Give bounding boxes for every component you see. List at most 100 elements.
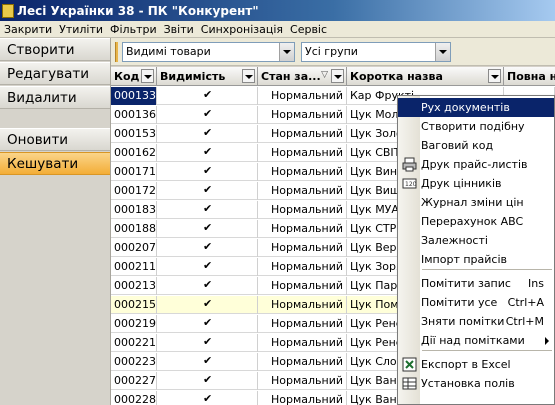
cell-visibility: ✔ [157,87,258,105]
cell-code: 000223 [111,353,157,371]
cell-state: Нормальний [258,277,347,295]
cell-state: Нормальний [258,334,347,352]
visibility-checkbox[interactable]: ✔ [203,89,214,101]
menu-utilities[interactable]: Утиліти [55,23,106,36]
visibility-checkbox[interactable]: ✔ [203,393,214,405]
column-header-code[interactable]: Код [111,67,157,86]
context-menu-item[interactable]: Рух документів [398,98,554,117]
filter-dropdown-icon[interactable] [141,69,154,83]
submenu-arrow-icon [545,337,549,345]
cell-state: Нормальний [258,144,347,162]
cell-visibility: ✔ [157,201,258,219]
visibility-checkbox[interactable]: ✔ [203,298,214,310]
context-menu-item[interactable]: Установка полів [398,374,554,393]
cell-state: Нормальний [258,372,347,390]
cell-state: Нормальний [258,182,347,200]
context-menu-item[interactable]: Зняти помітки Ctrl+M [398,312,554,331]
cell-code: 000227 [111,372,157,390]
column-header-full-name[interactable]: Повна н [504,67,555,86]
context-menu-item[interactable]: Друк прайс-листів [398,155,554,174]
cell-state: Нормальний [258,258,347,276]
cell-state: Нормальний [258,220,347,238]
context-menu-item-label: Друк прайс-листів [421,158,528,171]
cell-state: Нормальний [258,353,347,371]
cell-state: Нормальний [258,201,347,219]
context-menu-item[interactable]: Помітити запис Ins [398,274,554,293]
cell-state: Нормальний [258,106,347,124]
context-menu-item[interactable]: 120 Друк цінників [398,174,554,193]
context-menu-shortcut: Ctrl+M [505,315,544,328]
visibility-checkbox[interactable]: ✔ [203,184,214,196]
visibility-checkbox[interactable]: ✔ [203,165,214,177]
context-menu-item[interactable]: Дії над помітками [398,331,554,350]
create-button[interactable]: Створити [0,38,110,61]
cell-visibility: ✔ [157,125,258,143]
cell-state: Нормальний [258,315,347,333]
grid-header: Код Видимість Стан за... ▽ Коротка назва… [111,67,555,86]
menu-service[interactable]: Сервіс [286,23,330,36]
visibility-checkbox[interactable]: ✔ [203,146,214,158]
menu-filters[interactable]: Фільтри [106,23,160,36]
cell-visibility: ✔ [157,296,258,314]
visibility-checkbox[interactable]: ✔ [203,279,214,291]
column-header-state[interactable]: Стан за... ▽ [258,67,347,86]
filter-dropdown-icon[interactable] [331,69,344,83]
column-header-label: Стан за... [261,70,321,83]
filter-dropdown-icon[interactable] [488,69,501,83]
visibility-checkbox[interactable]: ✔ [203,222,214,234]
visibility-checkbox[interactable]: ✔ [203,317,214,329]
column-header-short-name[interactable]: Коротка назва [347,67,504,86]
visibility-checkbox[interactable]: ✔ [203,374,214,386]
menu-reports[interactable]: Звіти [160,23,197,36]
cache-button[interactable]: Кешувати [0,152,110,175]
cell-visibility: ✔ [157,258,258,276]
column-header-label: Код [114,70,140,83]
cell-state: Нормальний [258,125,347,143]
cell-visibility: ✔ [157,391,258,405]
grid-settings-icon [402,376,417,391]
visibility-checkbox[interactable]: ✔ [203,127,214,139]
cell-visibility: ✔ [157,106,258,124]
visibility-checkbox[interactable]: ✔ [203,260,214,272]
visibility-checkbox[interactable]: ✔ [203,203,214,215]
refresh-button[interactable]: Оновити [0,128,110,151]
context-menu-item[interactable]: Залежності [398,231,554,250]
visibility-checkbox[interactable]: ✔ [203,355,214,367]
filter-dropdown-icon[interactable] [242,69,255,83]
edit-button[interactable]: Редагувати [0,62,110,85]
context-menu-item-label: Зняти помітки [421,315,505,328]
context-menu-item[interactable]: Імпорт прайсів [398,250,554,269]
visibility-checkbox[interactable]: ✔ [203,108,214,120]
cell-visibility: ✔ [157,239,258,257]
context-menu-item[interactable]: Експорт в Excel [398,355,554,374]
context-menu-item[interactable]: Помітити усе Ctrl+A [398,293,554,312]
cell-code: 000162 [111,144,157,162]
visibility-checkbox[interactable]: ✔ [203,336,214,348]
visibility-filter-value: Видимі товари [126,45,211,58]
group-filter-select[interactable]: Усі групи [301,42,451,62]
cell-state: Нормальний [258,87,347,105]
left-panel: Створити Редагувати Видалити Оновити Кеш… [0,38,111,405]
context-menu-item[interactable]: Журнал зміни цін [398,193,554,212]
filter-toolbar: Видимі товари Усі групи [111,38,555,66]
column-header-label: Видимість [160,70,226,83]
context-menu-shortcut: Ctrl+A [507,296,544,309]
chevron-down-icon[interactable] [279,43,294,61]
cell-visibility: ✔ [157,372,258,390]
column-header-visibility[interactable]: Видимість [157,67,258,86]
context-menu: Рух документів Створити подібну Ваговий ко… [397,95,555,405]
cell-code: 000153 [111,125,157,143]
cell-state: Нормальний [258,239,347,257]
visibility-filter-select[interactable]: Видимі товари [122,42,295,62]
menu-sync[interactable]: Синхронізація [197,23,286,36]
toolbar-grip[interactable] [115,42,118,62]
visibility-checkbox[interactable]: ✔ [203,241,214,253]
context-menu-item[interactable]: Ваговий код [398,136,554,155]
context-menu-item[interactable]: Створити подібну [398,117,554,136]
delete-button[interactable]: Видалити [0,86,110,109]
menu-close[interactable]: Закрити [0,23,55,36]
cell-code: 000215 [111,296,157,314]
chevron-down-icon[interactable] [435,43,450,61]
price-tag-icon: 120 [402,176,417,191]
context-menu-item[interactable]: Перерахунок ABC [398,212,554,231]
